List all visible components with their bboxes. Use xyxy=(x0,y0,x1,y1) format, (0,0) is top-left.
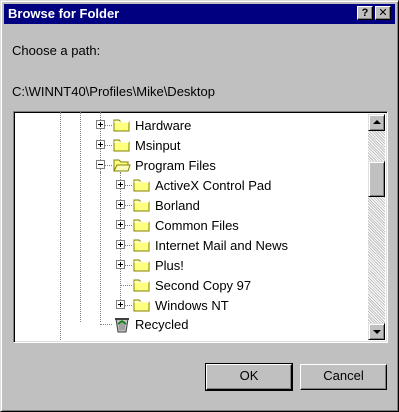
tree-line xyxy=(100,172,101,322)
folder-icon xyxy=(133,197,151,213)
folder-icon xyxy=(133,177,151,193)
tree-item-label: Internet Mail and News xyxy=(155,238,288,253)
browse-for-folder-dialog: Browse for Folder ? ✕ Choose a path: C:\… xyxy=(0,0,399,412)
tree-item-label: Borland xyxy=(155,198,200,213)
folder-icon xyxy=(133,297,151,313)
folder-icon xyxy=(113,117,131,133)
expand-icon[interactable] xyxy=(116,220,125,229)
close-button[interactable]: ✕ xyxy=(375,6,391,20)
tree-item-label: ActiveX Control Pad xyxy=(155,178,272,193)
expand-icon[interactable] xyxy=(116,240,125,249)
help-button[interactable]: ? xyxy=(357,6,373,20)
tree-item-label: Common Files xyxy=(155,218,239,233)
tree-line xyxy=(100,324,112,325)
expand-icon[interactable] xyxy=(96,140,105,149)
scroll-thumb[interactable] xyxy=(368,161,385,197)
window-title: Browse for Folder xyxy=(8,6,120,21)
folder-tree[interactable]: Hardware Msinput Program Files ActiveX C… xyxy=(13,111,388,343)
open-folder-icon xyxy=(113,157,131,173)
folder-icon xyxy=(133,217,151,233)
collapse-icon[interactable] xyxy=(96,160,105,169)
tree-line xyxy=(120,285,132,286)
tree-item-label: Msinput xyxy=(135,138,181,153)
tree-item-label: Second Copy 97 xyxy=(155,278,252,293)
tree-item-label: Hardware xyxy=(135,118,192,133)
folder-icon xyxy=(133,257,151,273)
scroll-down-button[interactable] xyxy=(368,323,385,340)
folder-icon xyxy=(133,237,151,253)
expand-icon[interactable] xyxy=(116,200,125,209)
expand-icon[interactable] xyxy=(116,180,125,189)
prompt-label: Choose a path: xyxy=(12,43,101,58)
expand-icon[interactable] xyxy=(116,260,125,269)
tree-item-label: Windows NT xyxy=(155,298,229,313)
tree-item-label: Program Files xyxy=(135,158,216,173)
cancel-button[interactable]: Cancel xyxy=(300,364,387,390)
tree-line xyxy=(60,112,61,340)
folder-icon xyxy=(133,277,151,293)
vertical-scrollbar[interactable] xyxy=(368,114,385,340)
tree-line xyxy=(120,172,121,302)
tree-item-label: Recycled xyxy=(135,317,189,332)
ok-button[interactable]: OK xyxy=(205,363,293,391)
expand-icon[interactable] xyxy=(116,300,125,309)
scroll-up-button[interactable] xyxy=(368,114,385,131)
up-arrow-icon xyxy=(373,120,381,124)
folder-icon xyxy=(113,137,131,153)
current-path: C:\WINNT40\Profiles\Mike\Desktop xyxy=(12,84,215,99)
expand-icon[interactable] xyxy=(96,120,105,129)
tree-item-label: Plus! xyxy=(155,258,184,273)
tree-line xyxy=(80,112,81,322)
down-arrow-icon xyxy=(373,330,381,334)
recycle-bin-icon xyxy=(113,315,131,333)
title-bar[interactable]: Browse for Folder ? ✕ xyxy=(4,4,395,24)
